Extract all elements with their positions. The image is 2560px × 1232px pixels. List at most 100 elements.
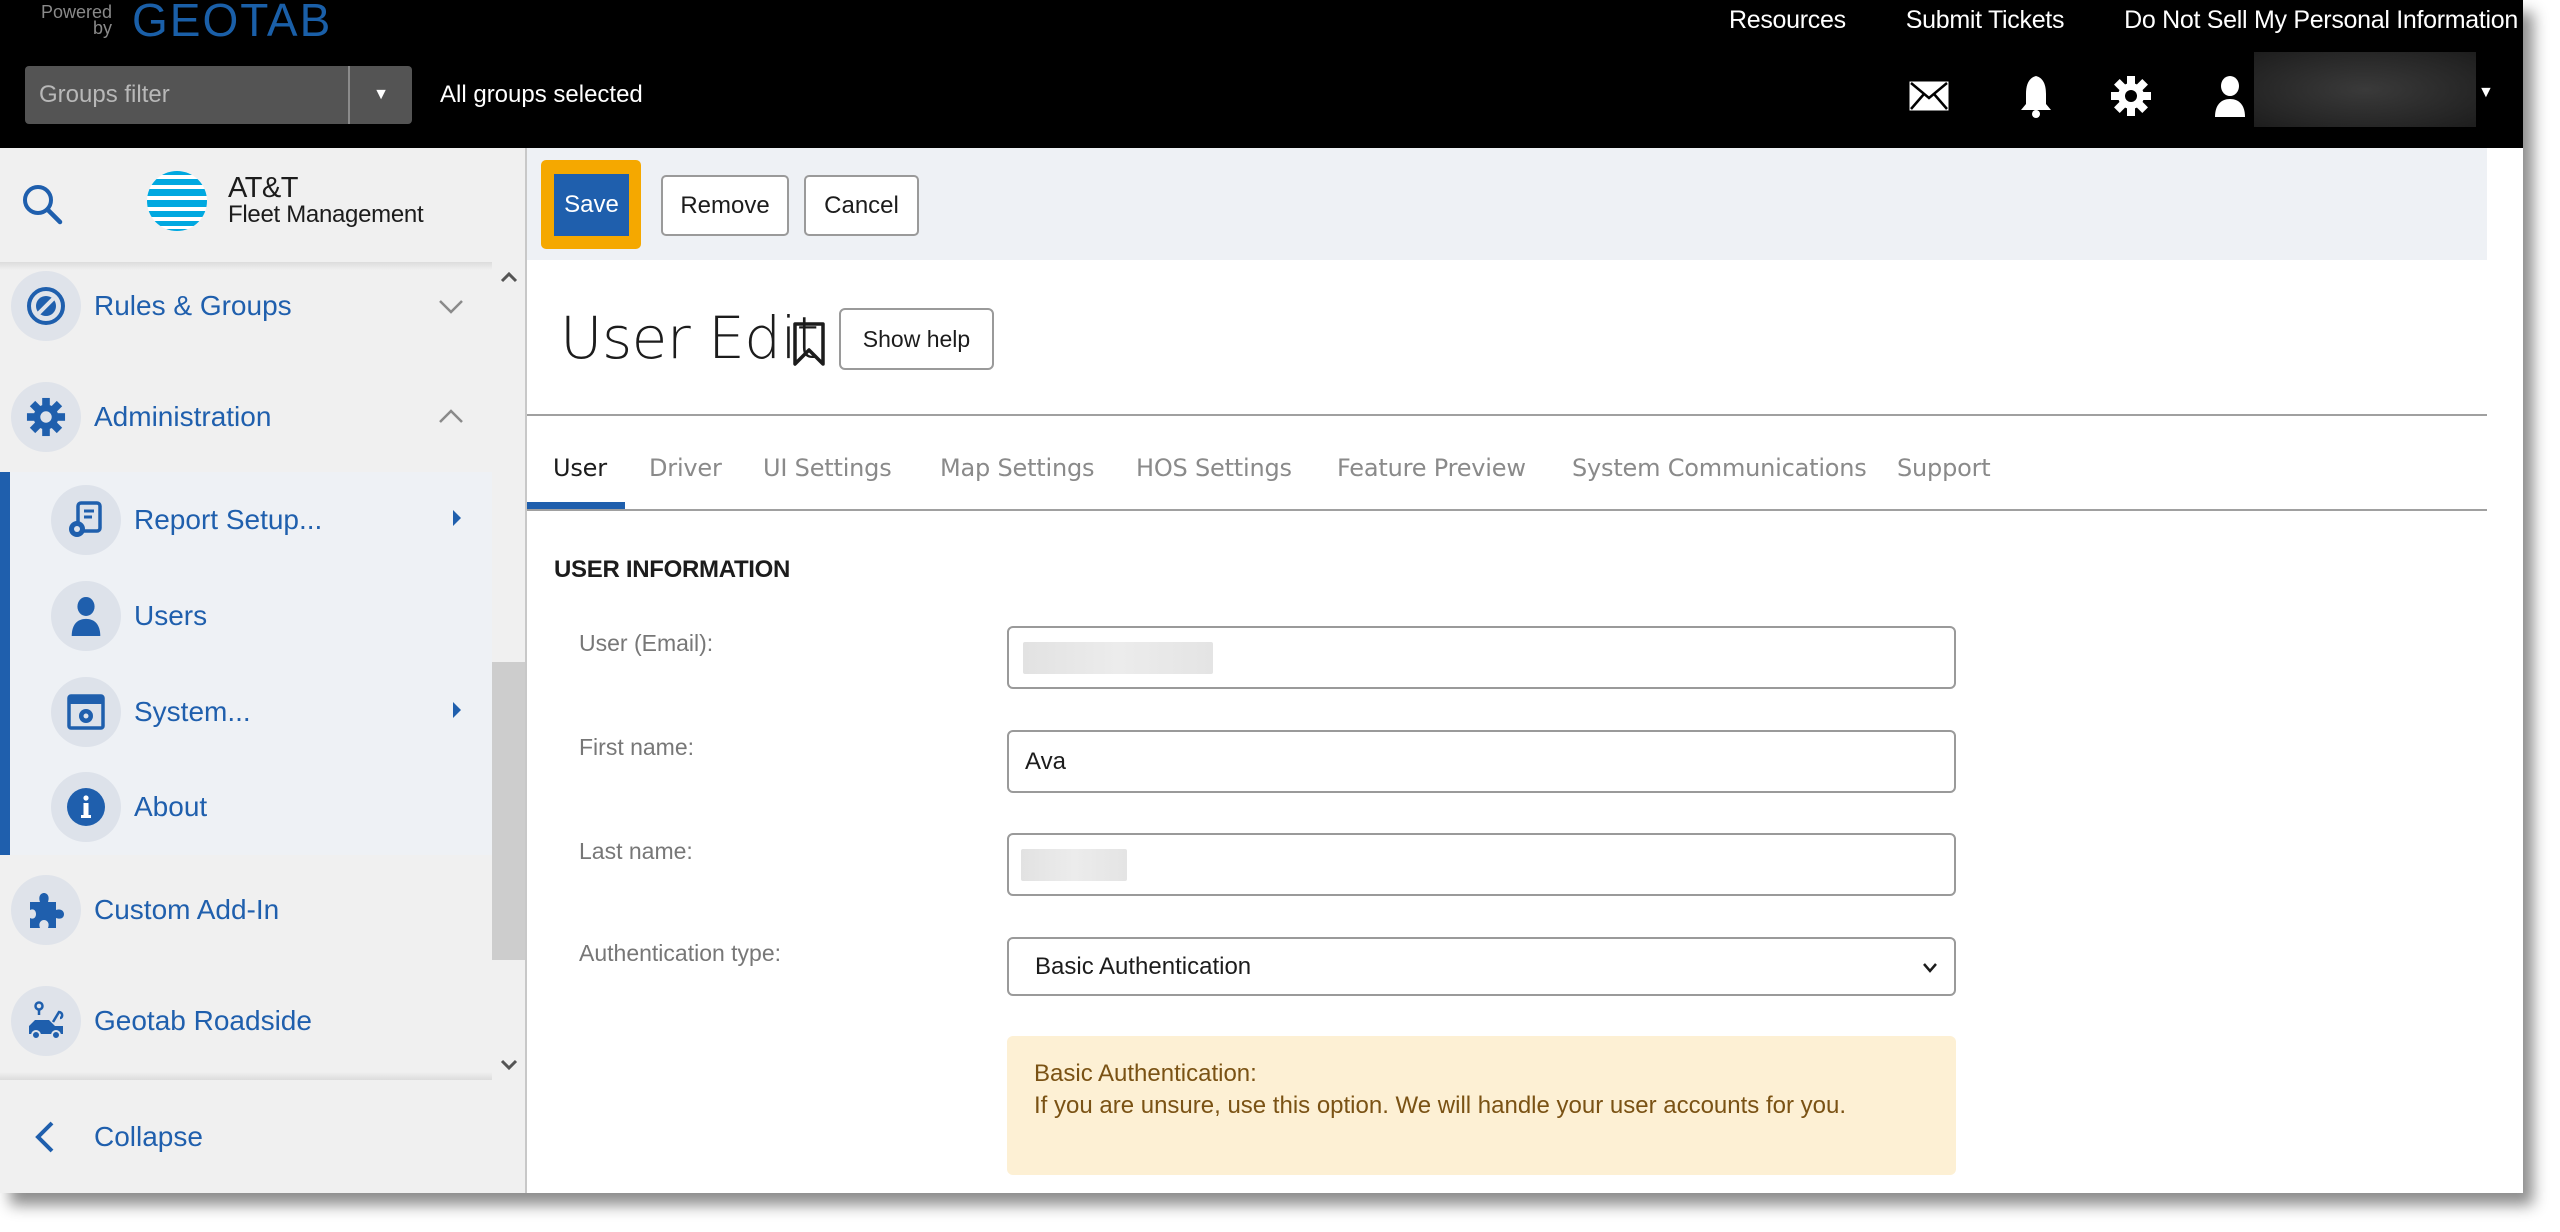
groups-filter-dropdown-button[interactable]: ▼	[350, 66, 412, 124]
caret-right-icon	[453, 702, 461, 718]
att-logo: AT&T Fleet Management	[146, 170, 424, 232]
show-help-button[interactable]: Show help	[839, 308, 994, 370]
tab-bar: User Driver UI Settings Map Settings HOS…	[527, 416, 2487, 510]
sidebar-item-custom-add-in[interactable]: Custom Add-In	[0, 860, 492, 960]
auth-type-info-note: Basic Authentication: If you are unsure,…	[1007, 1036, 1956, 1175]
sidebar-item-users[interactable]: Users	[0, 568, 492, 664]
page-title: User Edit	[560, 304, 819, 372]
groups-filter-input[interactable]: Groups filter	[25, 66, 350, 124]
tab-feature-preview[interactable]: Feature Preview	[1337, 416, 1526, 510]
att-logo-line1: AT&T	[228, 172, 298, 204]
sidebar-item-report-setup[interactable]: Report Setup...	[0, 472, 492, 568]
email-value-redacted	[1023, 642, 1213, 674]
resources-link[interactable]: Resources	[1729, 6, 1846, 35]
cancel-button[interactable]: Cancel	[804, 175, 919, 236]
user-menu-button[interactable]	[2208, 74, 2252, 118]
mail-icon	[1909, 81, 1949, 111]
tab-map-settings[interactable]: Map Settings	[940, 416, 1095, 510]
user-name-redacted[interactable]	[2254, 52, 2476, 127]
att-logo-line2: Fleet Management	[228, 201, 424, 228]
user-icon	[71, 596, 101, 636]
chevron-down-icon	[439, 300, 463, 314]
puzzle-icon	[30, 893, 64, 928]
groups-filter[interactable]: Groups filter ▼	[25, 66, 412, 124]
settings-button[interactable]	[2109, 74, 2153, 118]
last-name-label: Last name:	[579, 838, 693, 864]
last-name-field[interactable]	[1007, 833, 1956, 896]
chevron-down-icon	[1923, 963, 1937, 973]
first-name-field[interactable]: Ava	[1007, 730, 1956, 793]
sidebar-scrollbar[interactable]	[492, 262, 525, 1080]
chevron-up-icon	[500, 271, 517, 283]
section-title: USER INFORMATION	[554, 556, 791, 583]
sidebar-item-about[interactable]: About	[0, 759, 492, 855]
sidebar-item-geotab-roadside[interactable]: Geotab Roadside	[0, 971, 492, 1071]
chevron-down-icon	[500, 1059, 517, 1071]
sidebar-item-rules-groups[interactable]: Rules & Groups	[0, 262, 492, 356]
info-icon	[67, 788, 105, 826]
app-window: Powered by GEOTAB Resources Submit Ticke…	[0, 0, 2523, 1193]
divider	[527, 509, 2487, 511]
geotab-logo: GEOTAB	[132, 0, 333, 46]
chevron-left-icon	[35, 1121, 54, 1153]
email-label: User (Email):	[579, 630, 714, 656]
search-icon	[23, 185, 63, 225]
att-globe-icon	[147, 171, 207, 231]
bell-icon	[2021, 76, 2051, 118]
submit-tickets-link[interactable]: Submit Tickets	[1906, 6, 2065, 35]
main-content: Save Remove Cancel User Edit Show help U…	[527, 148, 2487, 1193]
geotab-brand: Powered by GEOTAB	[26, 0, 333, 46]
email-field[interactable]	[1007, 626, 1956, 689]
sidebar: AT&T Fleet Management Rules & Groups Adm…	[0, 148, 527, 1193]
sidebar-item-label: Rules & Groups	[94, 290, 292, 321]
bookmark-button[interactable]	[789, 320, 829, 368]
auth-note-body: If you are unsure, use this option. We w…	[1034, 1092, 1846, 1119]
tab-ui-settings[interactable]: UI Settings	[763, 416, 892, 510]
sidebar-item-label: Report Setup...	[134, 504, 323, 535]
sidebar-item-label: System...	[134, 696, 251, 727]
bookmark-icon	[793, 322, 825, 366]
sidebar-item-label: Users	[134, 600, 208, 631]
sidebar-item-label: Geotab Roadside	[94, 1005, 312, 1036]
tow-truck-icon	[29, 1001, 64, 1040]
sidebar-item-system[interactable]: System...	[0, 664, 492, 760]
sidebar-collapse-button[interactable]: Collapse	[0, 1080, 525, 1193]
collapse-label: Collapse	[94, 1120, 203, 1152]
tab-hos-settings[interactable]: HOS Settings	[1136, 416, 1292, 510]
tab-support[interactable]: Support	[1897, 416, 1991, 510]
administration-submenu: Report Setup... Users System... About	[0, 472, 492, 855]
gear-icon	[26, 397, 66, 437]
tab-system-communications[interactable]: System Communications	[1572, 416, 1867, 510]
sidebar-scroll-shadow	[0, 262, 492, 270]
sidebar-scrollbar-thumb[interactable]	[492, 662, 525, 960]
auth-note-title: Basic Authentication:	[1034, 1060, 1257, 1087]
sidebar-scroll-shadow	[0, 1072, 492, 1080]
first-name-label: First name:	[579, 734, 695, 760]
gear-icon	[2111, 76, 2151, 116]
sidebar-item-administration[interactable]: Administration	[0, 367, 492, 467]
tab-driver[interactable]: Driver	[649, 416, 722, 510]
auth-type-select[interactable]: Basic Authentication	[1007, 937, 1956, 996]
top-header: Powered by GEOTAB Resources Submit Ticke…	[0, 0, 2523, 148]
remove-button[interactable]: Remove	[661, 175, 789, 236]
save-button[interactable]: Save	[554, 174, 629, 236]
sidebar-nav: Rules & Groups Administration Report Set…	[0, 262, 492, 1080]
sidebar-search-button[interactable]	[20, 182, 64, 226]
powered-by-text: Powered by	[40, 2, 112, 38]
notifications-button[interactable]	[2014, 74, 2058, 118]
chevron-up-icon	[439, 409, 463, 423]
toolbar: Save Remove Cancel	[527, 148, 2487, 260]
user-menu-caret-icon[interactable]: ▼	[2478, 84, 2494, 102]
top-links: Resources Submit Tickets Do Not Sell My …	[1669, 0, 2518, 40]
caret-right-icon	[453, 510, 461, 526]
caret-down-icon: ▼	[373, 86, 389, 103]
auth-type-label: Authentication type:	[579, 940, 782, 966]
mail-button[interactable]	[1907, 74, 1951, 118]
rules-icon	[27, 287, 65, 325]
do-not-sell-link[interactable]: Do Not Sell My Personal Information	[2124, 6, 2518, 35]
system-icon	[67, 694, 105, 730]
scroll-down-button[interactable]	[492, 1050, 525, 1080]
tab-user[interactable]: User	[553, 416, 607, 510]
scroll-up-button[interactable]	[492, 262, 525, 292]
last-name-value-redacted	[1021, 849, 1127, 881]
